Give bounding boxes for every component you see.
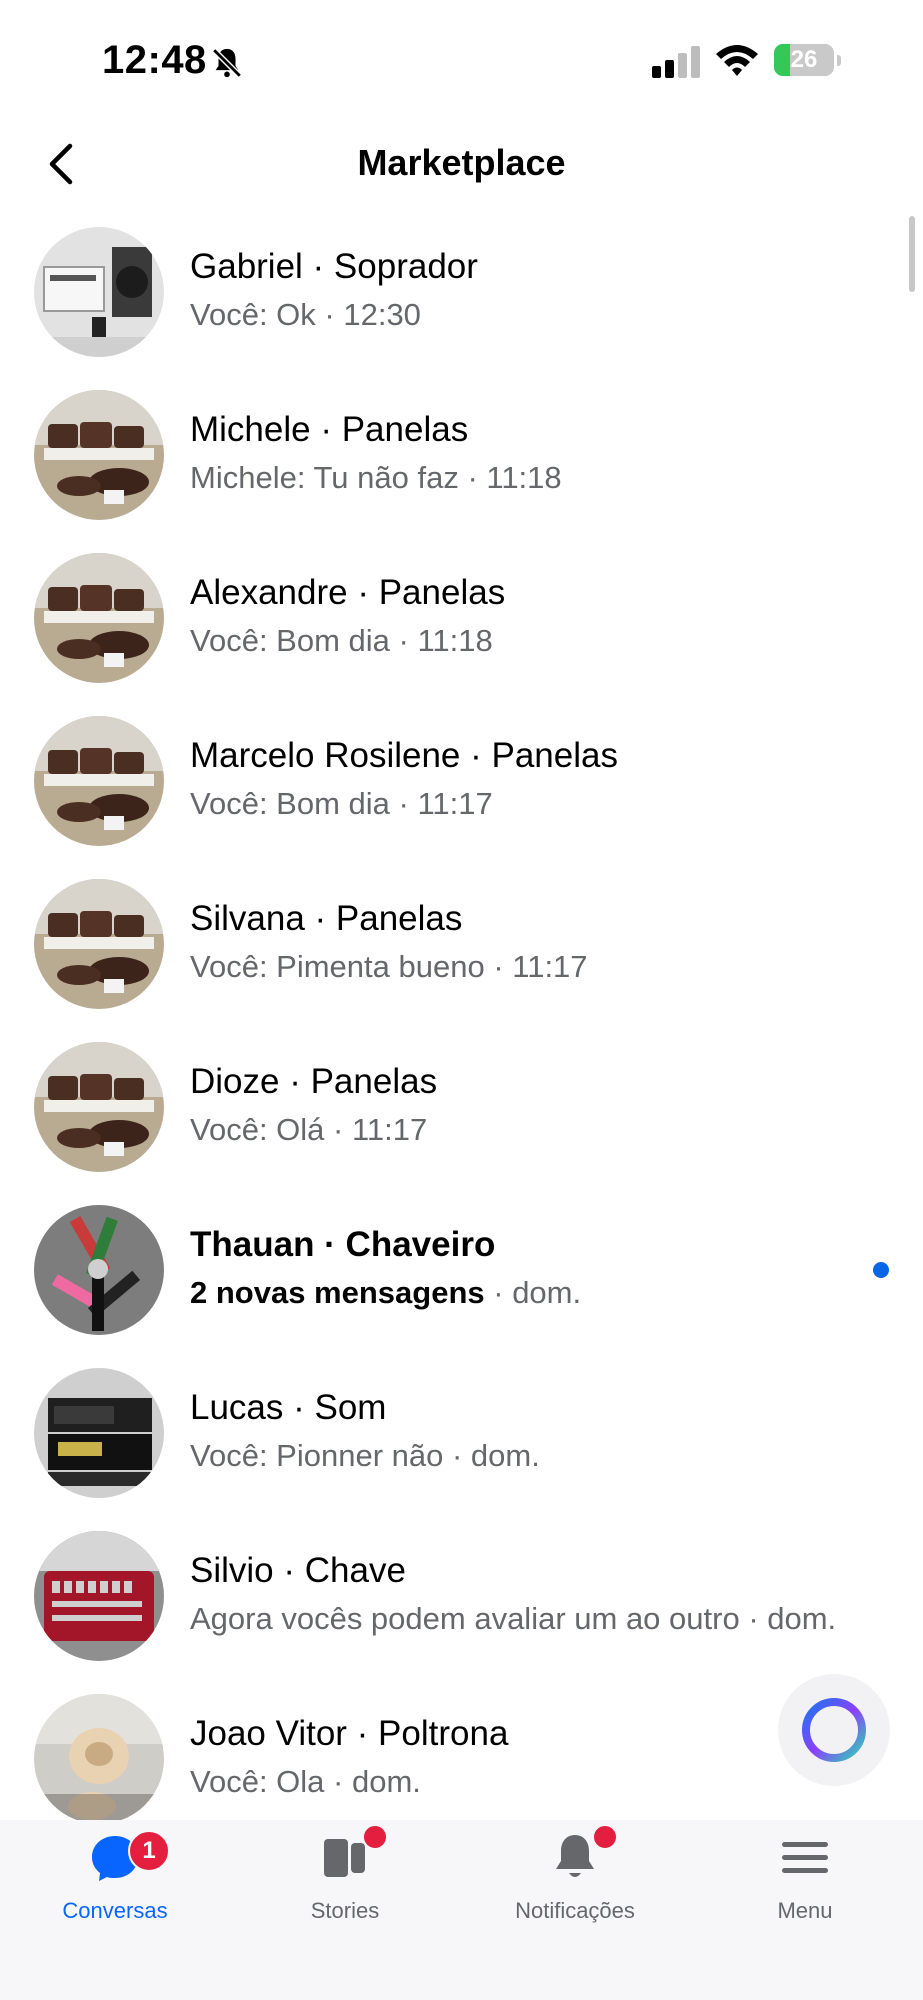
message-preview: 2 novas mensagens [190,1275,485,1310]
meta-ai-button[interactable] [778,1674,890,1786]
conversation-title: Gabriel · Soprador [190,247,478,286]
message-preview: Agora vocês podem avaliar um ao outro [190,1601,740,1636]
cellular-signal-icon [652,46,700,78]
listing-thumbnail [34,1205,164,1335]
conversation-title: Silvio · Chave [190,1551,406,1590]
conversation-subtitle: Você: Bom dia · 11:18 [190,623,493,659]
status-time: 12:48 [102,38,207,82]
status-bar: 12:48 26 [0,0,923,120]
message-preview: Você: Pionner não [190,1438,444,1473]
conversation-item[interactable]: Thauan · Chaveiro 2 novas mensagens · dom… [0,1201,923,1364]
message-preview: Michele: Tu não faz [190,460,459,495]
conversation-subtitle: Você: Bom dia · 11:17 [190,786,493,822]
tab-label: Menu [777,1898,833,1923]
listing-thumbnail [34,1368,164,1498]
unread-dot [873,1262,889,1278]
message-preview: Você: Olá [190,1112,325,1147]
conversation-item[interactable]: Dioze · Panelas Você: Olá · 11:17 [0,1038,923,1201]
tab-conversas[interactable]: 1 Conversas [0,1820,230,1960]
message-time: · 11:17 [324,1112,428,1147]
tab-label: Notificações [515,1898,635,1923]
muted-bell-icon [212,48,242,78]
listing-thumbnail [34,227,164,357]
conversation-subtitle: 2 novas mensagens · dom. [190,1275,581,1311]
tab-label: Stories [310,1898,380,1923]
listing-thumbnail [34,879,164,1009]
message-preview: Você: Ok [190,297,316,332]
listing-thumbnail [34,1531,164,1661]
conversation-subtitle: Você: Olá · 11:17 [190,1112,427,1148]
conversation-item[interactable]: Gabriel · Soprador Você: Ok · 12:30 [0,223,923,386]
conversation-item[interactable]: Silvio · Chave Agora vocês podem avaliar … [0,1527,923,1690]
conversation-list: Gabriel · Soprador Você: Ok · 12:30 Michel… [0,223,923,1853]
message-preview: Você: Bom dia [190,623,390,658]
listing-thumbnail [34,1042,164,1172]
conversation-title: Marcelo Rosilene · Panelas [190,736,618,775]
stories-badge-dot [362,1824,388,1850]
conversation-title: Lucas · Som [190,1388,387,1427]
conversation-item[interactable]: Michele · Panelas Michele: Tu não faz · 1… [0,386,923,549]
tab-menu[interactable]: Menu [690,1820,920,1960]
message-preview: Você: Pimenta bueno [190,949,485,984]
conversation-subtitle: Michele: Tu não faz · 11:18 [190,460,562,496]
message-time: · 12:30 [315,297,421,332]
message-time: · 11:18 [389,623,493,658]
conversation-item[interactable]: Marcelo Rosilene · Panelas Você: Bom dia … [0,712,923,875]
conversation-title: Thauan · Chaveiro [190,1225,496,1264]
message-time: · dom. [484,1275,582,1310]
message-time: · 11:18 [458,460,562,495]
message-time: · dom. [739,1601,837,1636]
nav-header: Marketplace [0,120,923,210]
conversation-subtitle: Você: Pimenta bueno · 11:17 [190,949,588,985]
message-time: · 11:17 [389,786,493,821]
hamburger-menu-icon [782,1842,828,1873]
conversation-subtitle: Você: Ola · dom. [190,1764,421,1800]
tab-label: Conversas [62,1898,168,1923]
tab-stories[interactable]: Stories [230,1820,460,1960]
listing-thumbnail [34,716,164,846]
message-time: · dom. [324,1764,421,1799]
conversation-item[interactable]: Lucas · Som Você: Pionner não · dom. [0,1364,923,1527]
conversation-title: Michele · Panelas [190,410,469,449]
battery-percent: 26 [790,46,818,73]
conversation-item[interactable]: Silvana · Panelas Você: Pimenta bueno · 1… [0,875,923,1038]
page-title: Marketplace [357,142,566,183]
conversation-subtitle: Você: Ok · 12:30 [190,297,421,333]
meta-ai-icon [802,1698,866,1762]
listing-thumbnail [34,390,164,520]
conversas-badge: 1 [128,1830,170,1872]
conversation-title: Silvana · Panelas [190,899,463,938]
listing-thumbnail [34,1694,164,1824]
tab-bar: 1 Conversas Stories Notificações Menu [0,1820,923,2000]
conversation-title: Joao Vitor · Poltrona [190,1714,509,1753]
message-preview: Você: Bom dia [190,786,390,821]
listing-thumbnail [34,553,164,683]
battery-indicator: 26 [774,44,842,78]
conversation-title: Dioze · Panelas [190,1062,438,1101]
conversation-subtitle: Agora vocês podem avaliar um ao outro · … [190,1601,836,1637]
message-time: · 11:17 [484,949,588,984]
tab-notificacoes[interactable]: Notificações [460,1820,690,1960]
message-preview: Você: Ola [190,1764,325,1799]
wifi-icon [716,45,758,76]
conversation-subtitle: Você: Pionner não · dom. [190,1438,540,1474]
notifications-badge-dot [592,1824,618,1850]
conversation-item[interactable]: Alexandre · Panelas Você: Bom dia · 11:18 [0,549,923,712]
message-time: · dom. [443,1438,540,1473]
conversation-title: Alexandre · Panelas [190,573,506,612]
